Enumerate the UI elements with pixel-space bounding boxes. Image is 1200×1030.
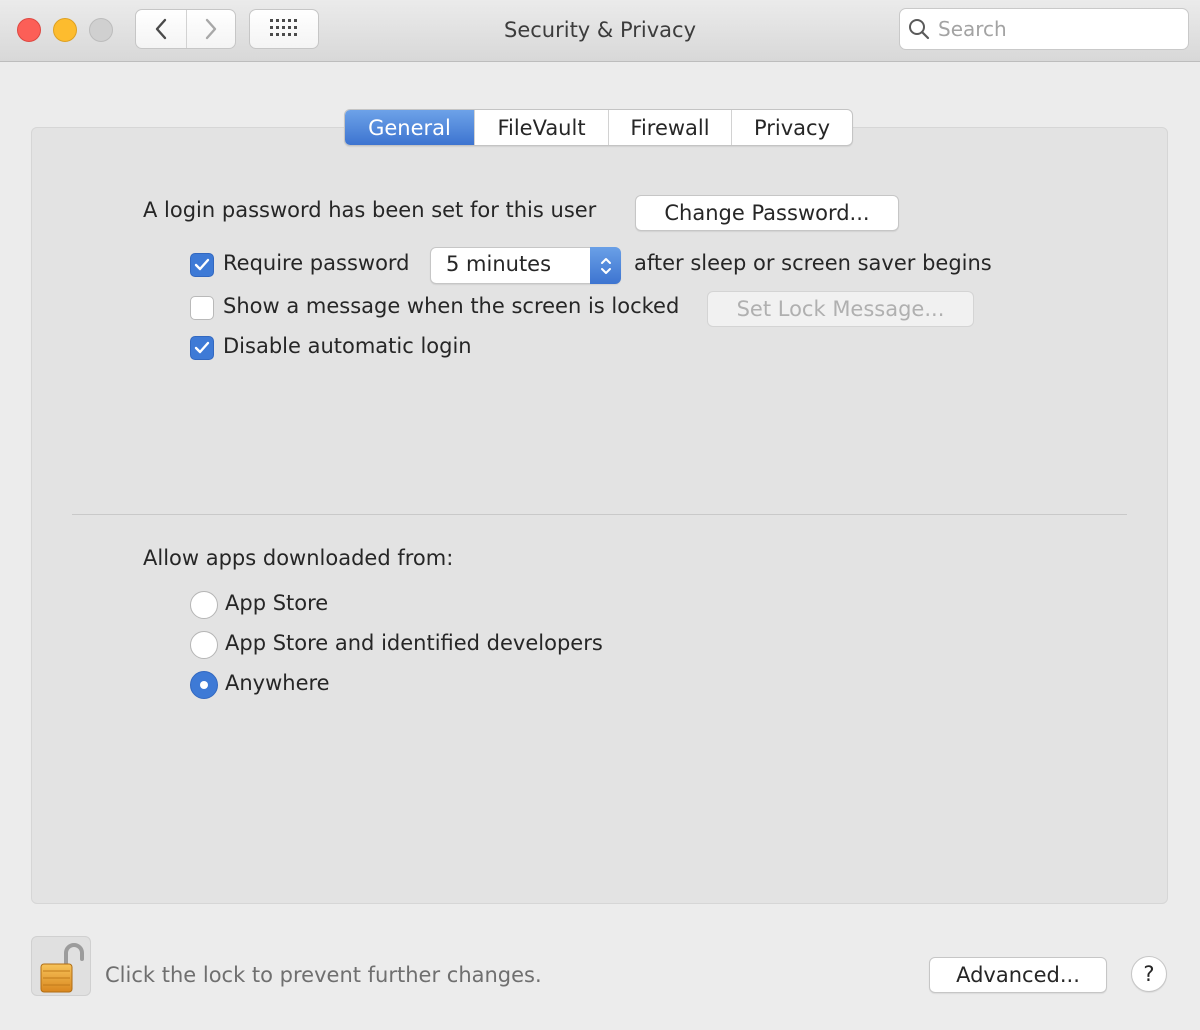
content-panel [31, 127, 1168, 904]
radio-anywhere[interactable] [190, 671, 218, 699]
tab-bar: General FileVault Firewall Privacy [344, 109, 853, 146]
show-message-label: Show a message when the screen is locked [223, 294, 680, 318]
set-lock-message-button[interactable]: Set Lock Message... [707, 291, 974, 327]
password-delay-value: 5 minutes [446, 252, 552, 276]
radio-anywhere-label: Anywhere [225, 671, 330, 695]
login-password-text: A login password has been set for this u… [143, 198, 597, 222]
advanced-button[interactable]: Advanced... [929, 957, 1107, 993]
show-message-checkbox[interactable] [190, 296, 214, 320]
tab-filevault[interactable]: FileVault [474, 110, 608, 145]
checkmark-icon [194, 341, 210, 354]
radio-app-store-label: App Store [225, 591, 329, 615]
tab-general[interactable]: General [345, 110, 474, 145]
unlocked-padlock-icon [40, 943, 84, 993]
updown-arrows-icon [590, 247, 621, 284]
tab-firewall[interactable]: Firewall [608, 110, 731, 145]
section-divider [72, 514, 1127, 515]
require-password-checkbox[interactable] [190, 253, 214, 277]
radio-app-store[interactable] [190, 591, 218, 619]
tab-privacy[interactable]: Privacy [731, 110, 852, 145]
allow-apps-heading: Allow apps downloaded from: [143, 546, 454, 570]
lock-status-text: Click the lock to prevent further change… [105, 963, 542, 987]
disable-auto-login-checkbox[interactable] [190, 336, 214, 360]
radio-identified-developers[interactable] [190, 631, 218, 659]
search-input[interactable] [938, 17, 1178, 41]
search-icon [909, 19, 930, 40]
help-button[interactable]: ? [1131, 956, 1167, 992]
require-password-label: Require password [223, 251, 410, 275]
password-delay-select[interactable]: 5 minutes [430, 247, 621, 284]
after-sleep-text: after sleep or screen saver begins [634, 251, 992, 275]
search-field[interactable] [899, 8, 1189, 50]
lock-button[interactable] [31, 936, 91, 996]
change-password-button[interactable]: Change Password... [635, 195, 899, 231]
radio-identified-developers-label: App Store and identified developers [225, 631, 603, 655]
disable-auto-login-label: Disable automatic login [223, 334, 472, 358]
title-bar: Security & Privacy [0, 0, 1200, 62]
checkmark-icon [194, 258, 210, 271]
